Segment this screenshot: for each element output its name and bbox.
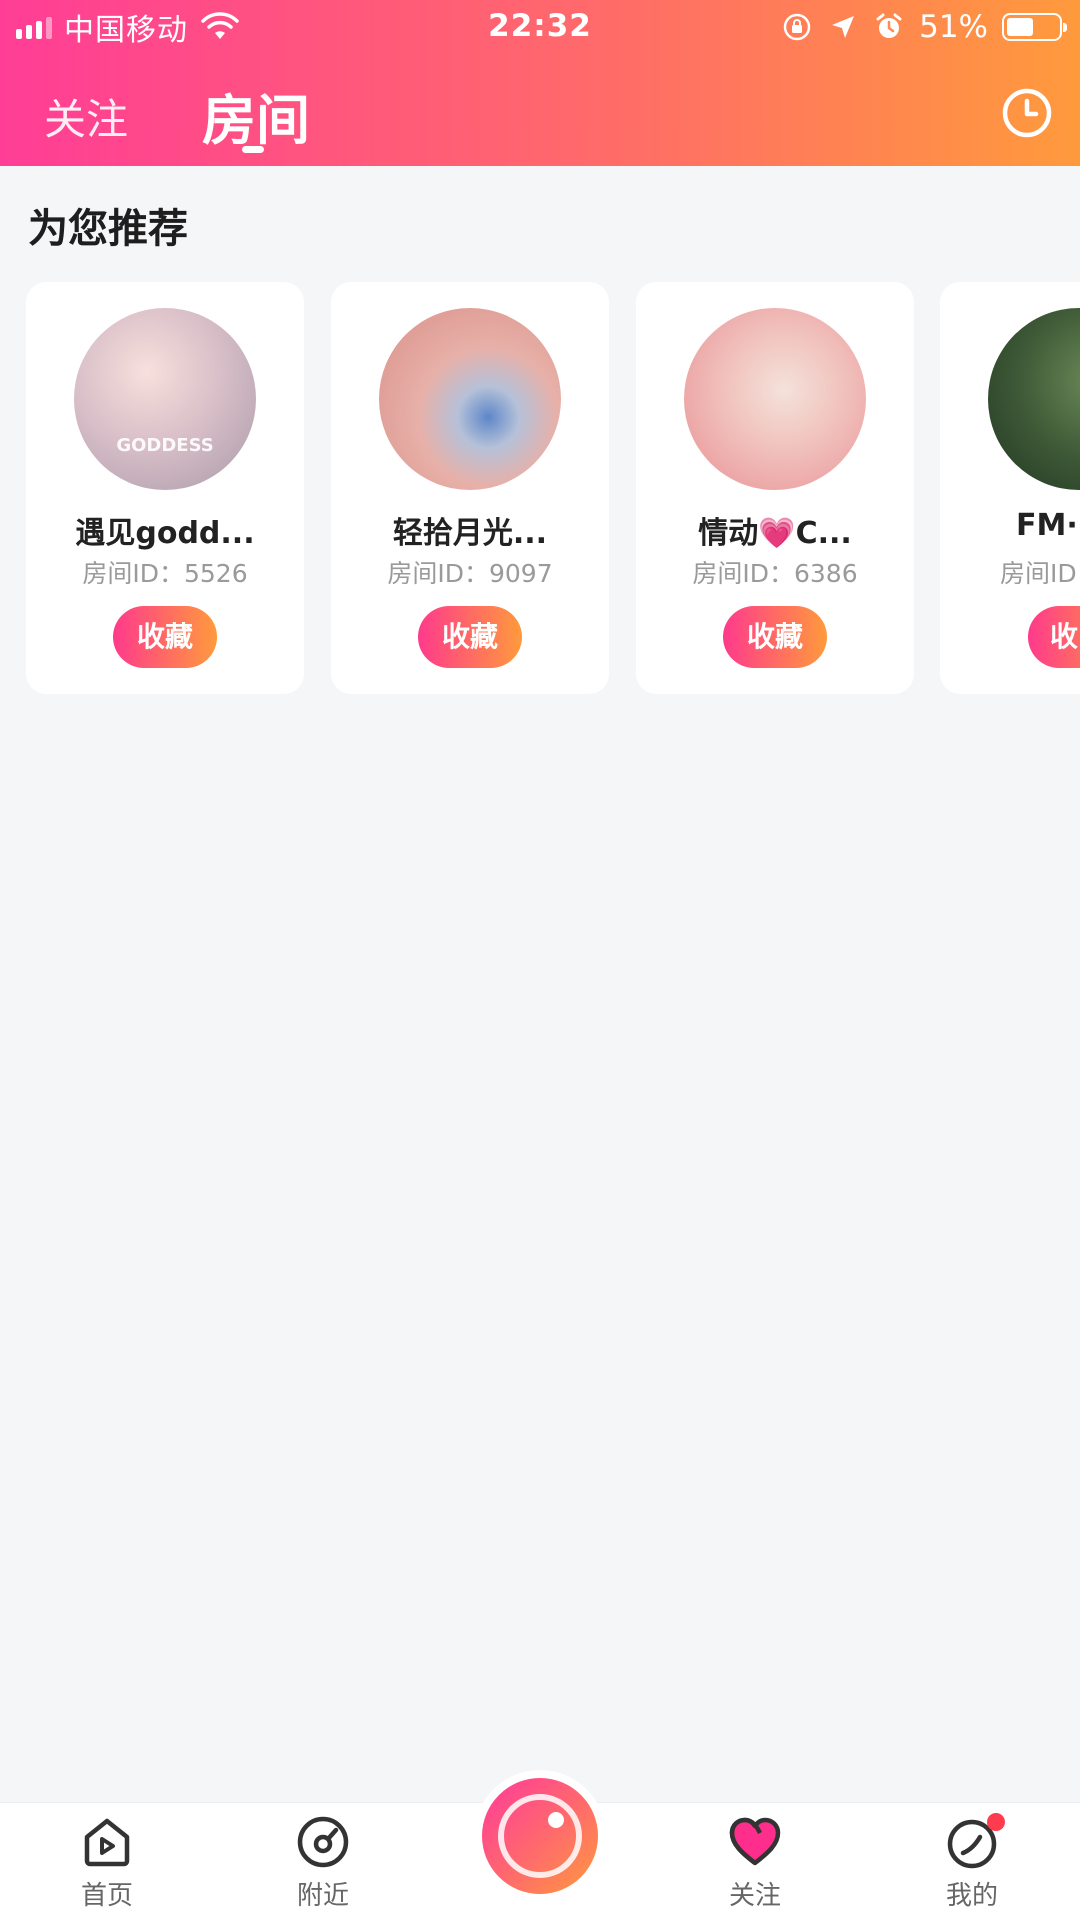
home-play-icon (84, 1818, 130, 1867)
tab-room[interactable]: 房间 (202, 76, 310, 155)
battery-fill (1007, 18, 1033, 36)
center-button-wrap (474, 1770, 606, 1902)
room-id: 房间ID：5526 (82, 559, 248, 588)
battery-icon (1002, 13, 1067, 41)
room-name: 轻拾月光... (392, 516, 548, 551)
room-name: 情动💗C... (698, 516, 852, 551)
nav-follow[interactable]: 关注 (695, 1813, 815, 1912)
favorite-button[interactable]: 收藏 (418, 606, 522, 668)
nav-home[interactable]: 首页 (47, 1813, 167, 1912)
live-record-ring (498, 1794, 582, 1878)
room-card[interactable]: FM· 房间ID 收 (940, 282, 1080, 694)
room-avatar (379, 308, 561, 490)
room-card[interactable]: 轻拾月光... 房间ID：9097 收藏 (331, 282, 609, 694)
room-id: 房间ID (1000, 559, 1077, 588)
live-record-dot (548, 1812, 564, 1828)
room-id: 房间ID：9097 (387, 559, 553, 588)
room-name: 遇见godd... (75, 516, 255, 551)
room-name: FM· (1016, 508, 1078, 543)
room-avatar (684, 308, 866, 490)
favorite-button[interactable]: 收藏 (113, 606, 217, 668)
active-tab-indicator (242, 146, 264, 153)
avatar-art: GODDESS (116, 435, 214, 456)
nav-me[interactable]: 我的 (912, 1813, 1032, 1912)
header: 中国移动 22:32 51% 关注 房间 (0, 0, 1080, 166)
favorite-button[interactable]: 收 (1028, 606, 1080, 668)
section-title: 为您推荐 (28, 206, 188, 252)
nav-nearby-label: 附近 (296, 1881, 349, 1911)
alarm-icon (876, 13, 902, 38)
room-card[interactable]: 情动💗C... 房间ID：6386 收藏 (636, 282, 914, 694)
nav-follow-label: 关注 (728, 1881, 781, 1911)
orientation-lock-icon (783, 13, 811, 41)
room-id: 房间ID：6386 (692, 559, 858, 588)
top-tabs: 关注 房间 (0, 70, 1080, 153)
tab-follow[interactable]: 关注 (44, 86, 128, 147)
nav-nearby[interactable]: 附近 (263, 1813, 383, 1912)
favorite-button[interactable]: 收藏 (723, 606, 827, 668)
room-avatar (988, 308, 1080, 490)
recommended-rooms: GODDESS 遇见godd... 房间ID：5526 收藏 轻拾月光... 房… (0, 282, 1080, 694)
room-avatar: GODDESS (74, 308, 256, 490)
status-bar: 中国移动 22:32 51% (0, 0, 1080, 54)
notification-badge (987, 1813, 1005, 1831)
battery-percent: 51% (919, 9, 988, 45)
location-arrow-icon (832, 16, 855, 38)
live-record-icon[interactable] (482, 1778, 598, 1894)
nearby-compass-icon (297, 1816, 349, 1868)
nav-me-label: 我的 (945, 1881, 998, 1911)
heart-icon (729, 1817, 781, 1866)
nav-home-label: 首页 (80, 1881, 133, 1911)
page: 中国移动 22:32 51% 关注 房间 为您推荐 GODDESS 遇见godd… (0, 0, 1080, 1920)
status-right: 51% (781, 8, 1067, 46)
clock-icon[interactable] (1000, 86, 1054, 140)
room-card[interactable]: GODDESS 遇见godd... 房间ID：5526 收藏 (26, 282, 304, 694)
